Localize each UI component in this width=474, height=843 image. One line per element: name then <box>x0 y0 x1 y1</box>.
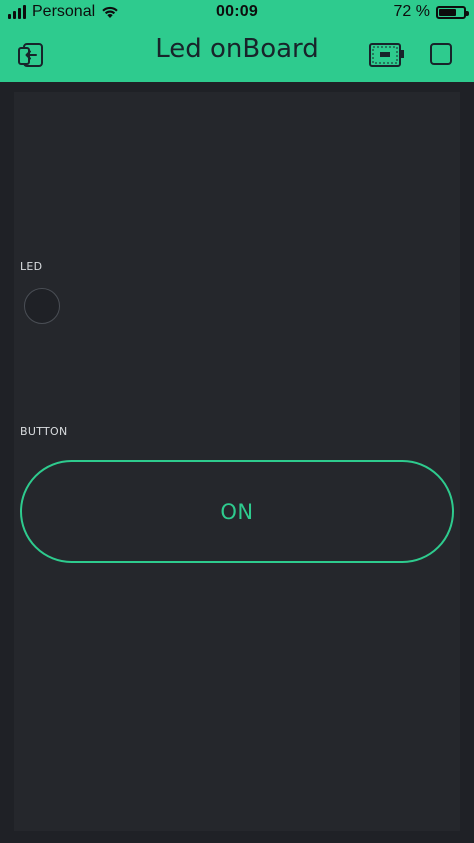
button-label: BUTTON <box>20 425 68 438</box>
top-bar: Personal 00:09 72 % Led onBoard <box>0 0 474 82</box>
device-board-icon[interactable] <box>368 42 406 68</box>
stop-square-icon[interactable] <box>429 42 453 66</box>
led-label: LED <box>20 260 43 273</box>
battery-percent: 72 % <box>393 3 430 20</box>
app-bar: Led onBoard <box>0 26 474 82</box>
dashboard-canvas: LED BUTTON ON <box>14 92 460 831</box>
on-button[interactable]: ON <box>20 460 454 563</box>
status-right: 72 % <box>393 3 469 21</box>
status-bar: Personal 00:09 72 % <box>0 0 474 26</box>
led-indicator <box>24 288 60 324</box>
battery-icon <box>436 5 469 19</box>
